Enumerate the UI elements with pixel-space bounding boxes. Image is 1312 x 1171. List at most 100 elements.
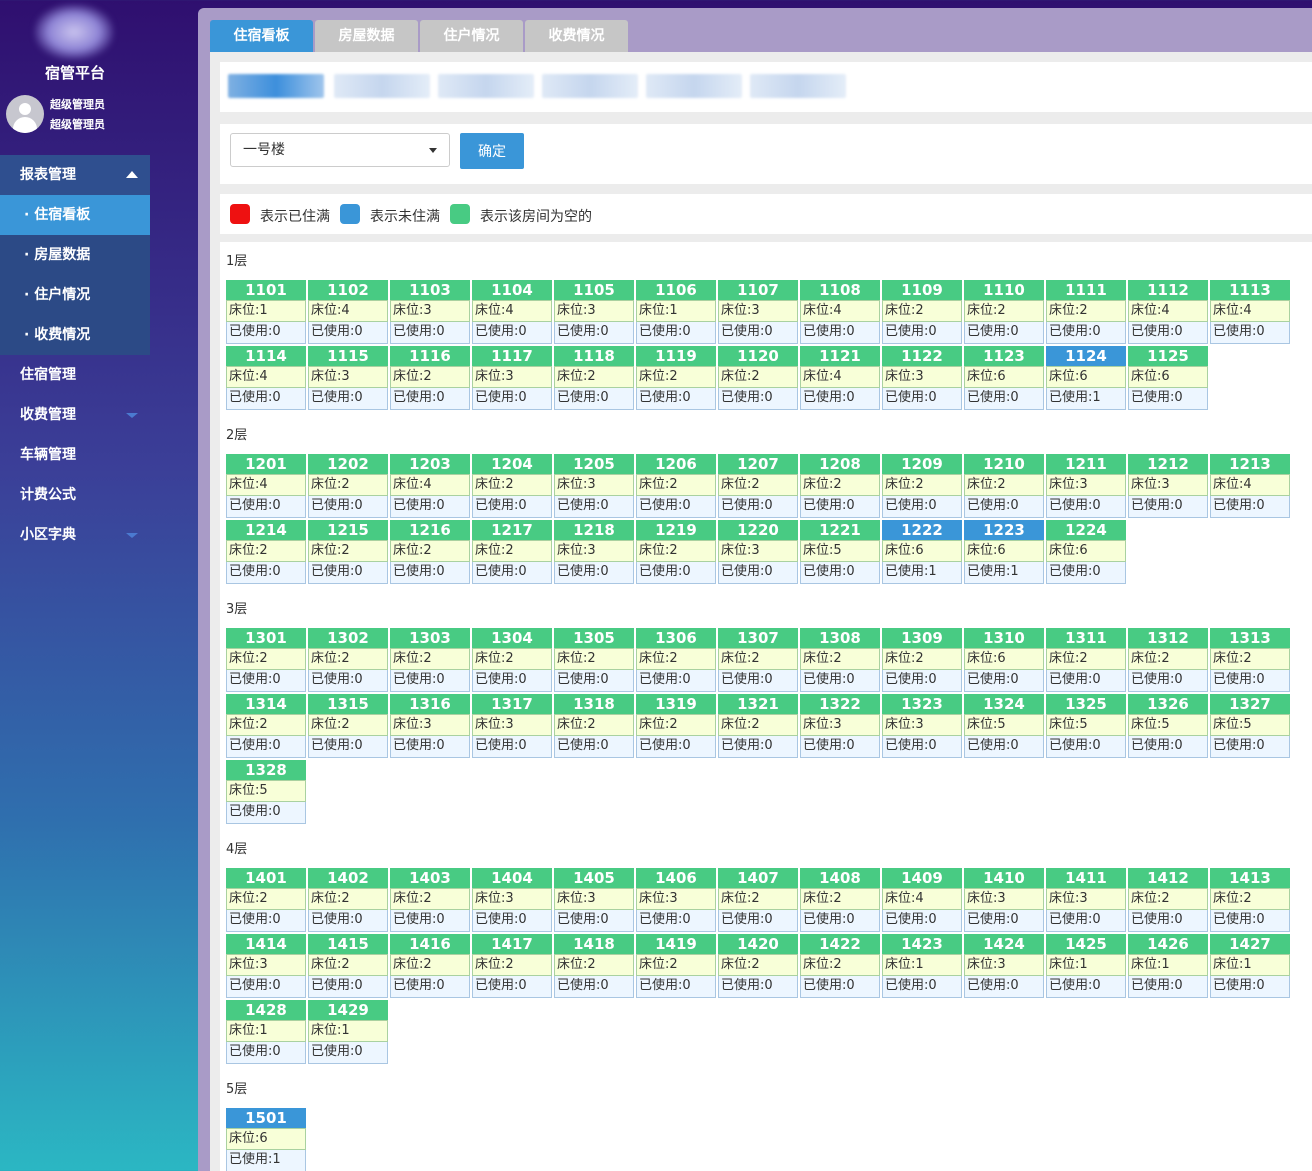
room-cell[interactable]: 1114 床位:4 已使用:0 [226, 346, 306, 410]
room-cell[interactable]: 1304 床位:2 已使用:0 [472, 628, 552, 692]
room-cell[interactable]: 1427 床位:1 已使用:0 [1210, 934, 1290, 998]
confirm-button[interactable]: 确定 [460, 133, 524, 169]
room-cell[interactable]: 1221 床位:5 已使用:0 [800, 520, 880, 584]
room-cell[interactable]: 1302 床位:2 已使用:0 [308, 628, 388, 692]
room-cell[interactable]: 1327 床位:5 已使用:0 [1210, 694, 1290, 758]
room-cell[interactable]: 1409 床位:4 已使用:0 [882, 868, 962, 932]
room-cell[interactable]: 1205 床位:3 已使用:0 [554, 454, 634, 518]
room-cell[interactable]: 1501 床位:6 已使用:1 [226, 1108, 306, 1171]
room-cell[interactable]: 1318 床位:2 已使用:0 [554, 694, 634, 758]
sidebar-subitem-fees[interactable]: · 收费情况 [0, 315, 150, 355]
room-cell[interactable]: 1105 床位:3 已使用:0 [554, 280, 634, 344]
room-cell[interactable]: 1420 床位:2 已使用:0 [718, 934, 798, 998]
room-cell[interactable]: 1316 床位:3 已使用:0 [390, 694, 470, 758]
room-cell[interactable]: 1417 床位:2 已使用:0 [472, 934, 552, 998]
room-cell[interactable]: 1426 床位:1 已使用:0 [1128, 934, 1208, 998]
room-cell[interactable]: 1402 床位:2 已使用:0 [308, 868, 388, 932]
room-cell[interactable]: 1210 床位:2 已使用:0 [964, 454, 1044, 518]
building-chip[interactable] [228, 74, 324, 98]
room-cell[interactable]: 1107 床位:3 已使用:0 [718, 280, 798, 344]
room-cell[interactable]: 1120 床位:2 已使用:0 [718, 346, 798, 410]
room-cell[interactable]: 1209 床位:2 已使用:0 [882, 454, 962, 518]
room-cell[interactable]: 1401 床位:2 已使用:0 [226, 868, 306, 932]
sidebar-item-lodging[interactable]: 住宿管理 [0, 355, 150, 395]
room-cell[interactable]: 1206 床位:2 已使用:0 [636, 454, 716, 518]
room-cell[interactable]: 1321 床位:2 已使用:0 [718, 694, 798, 758]
room-cell[interactable]: 1115 床位:3 已使用:0 [308, 346, 388, 410]
sidebar-item-fee-management[interactable]: 收费管理 [0, 395, 150, 435]
room-cell[interactable]: 1423 床位:1 已使用:0 [882, 934, 962, 998]
sidebar-subitem-board[interactable]: · 住宿看板 [0, 195, 150, 235]
room-cell[interactable]: 1211 床位:3 已使用:0 [1046, 454, 1126, 518]
room-cell[interactable]: 1317 床位:3 已使用:0 [472, 694, 552, 758]
room-cell[interactable]: 1408 床位:2 已使用:0 [800, 868, 880, 932]
room-cell[interactable]: 1109 床位:2 已使用:0 [882, 280, 962, 344]
room-cell[interactable]: 1301 床位:2 已使用:0 [226, 628, 306, 692]
tab-house-data[interactable]: 房屋数据 [315, 20, 418, 52]
room-cell[interactable]: 1101 床位:1 已使用:0 [226, 280, 306, 344]
room-cell[interactable]: 1313 床位:2 已使用:0 [1210, 628, 1290, 692]
room-cell[interactable]: 1117 床位:3 已使用:0 [472, 346, 552, 410]
room-cell[interactable]: 1422 床位:2 已使用:0 [800, 934, 880, 998]
room-cell[interactable]: 1220 床位:3 已使用:0 [718, 520, 798, 584]
room-cell[interactable]: 1307 床位:2 已使用:0 [718, 628, 798, 692]
room-cell[interactable]: 1219 床位:2 已使用:0 [636, 520, 716, 584]
room-cell[interactable]: 1208 床位:2 已使用:0 [800, 454, 880, 518]
room-cell[interactable]: 1312 床位:2 已使用:0 [1128, 628, 1208, 692]
room-cell[interactable]: 1407 床位:2 已使用:0 [718, 868, 798, 932]
room-cell[interactable]: 1218 床位:3 已使用:0 [554, 520, 634, 584]
room-cell[interactable]: 1111 床位:2 已使用:0 [1046, 280, 1126, 344]
sidebar-item-report[interactable]: 报表管理 [0, 155, 150, 195]
room-cell[interactable]: 1328 床位:5 已使用:0 [226, 760, 306, 824]
room-cell[interactable]: 1325 床位:5 已使用:0 [1046, 694, 1126, 758]
room-cell[interactable]: 1416 床位:2 已使用:0 [390, 934, 470, 998]
room-cell[interactable]: 1429 床位:1 已使用:0 [308, 1000, 388, 1064]
room-cell[interactable]: 1305 床位:2 已使用:0 [554, 628, 634, 692]
room-cell[interactable]: 1119 床位:2 已使用:0 [636, 346, 716, 410]
room-cell[interactable]: 1214 床位:2 已使用:0 [226, 520, 306, 584]
room-cell[interactable]: 1319 床位:2 已使用:0 [636, 694, 716, 758]
room-cell[interactable]: 1315 床位:2 已使用:0 [308, 694, 388, 758]
room-cell[interactable]: 1323 床位:3 已使用:0 [882, 694, 962, 758]
room-cell[interactable]: 1424 床位:3 已使用:0 [964, 934, 1044, 998]
room-cell[interactable]: 1217 床位:2 已使用:0 [472, 520, 552, 584]
room-cell[interactable]: 1106 床位:1 已使用:0 [636, 280, 716, 344]
room-cell[interactable]: 1203 床位:4 已使用:0 [390, 454, 470, 518]
sidebar-item-billing-formula[interactable]: 计费公式 [0, 475, 150, 515]
room-cell[interactable]: 1212 床位:3 已使用:0 [1128, 454, 1208, 518]
room-cell[interactable]: 1311 床位:2 已使用:0 [1046, 628, 1126, 692]
room-cell[interactable]: 1314 床位:2 已使用:0 [226, 694, 306, 758]
building-chip[interactable] [438, 74, 534, 98]
room-cell[interactable]: 1415 床位:2 已使用:0 [308, 934, 388, 998]
room-cell[interactable]: 1102 床位:4 已使用:0 [308, 280, 388, 344]
room-cell[interactable]: 1113 床位:4 已使用:0 [1210, 280, 1290, 344]
room-cell[interactable]: 1322 床位:3 已使用:0 [800, 694, 880, 758]
room-cell[interactable]: 1207 床位:2 已使用:0 [718, 454, 798, 518]
sidebar-item-vehicles[interactable]: 车辆管理 [0, 435, 150, 475]
room-cell[interactable]: 1223 床位:6 已使用:1 [964, 520, 1044, 584]
room-cell[interactable]: 1104 床位:4 已使用:0 [472, 280, 552, 344]
room-cell[interactable]: 1125 床位:6 已使用:0 [1128, 346, 1208, 410]
room-cell[interactable]: 1118 床位:2 已使用:0 [554, 346, 634, 410]
sidebar-subitem-house-data[interactable]: · 房屋数据 [0, 235, 150, 275]
room-cell[interactable]: 1216 床位:2 已使用:0 [390, 520, 470, 584]
room-cell[interactable]: 1308 床位:2 已使用:0 [800, 628, 880, 692]
room-cell[interactable]: 1309 床位:2 已使用:0 [882, 628, 962, 692]
room-cell[interactable]: 1405 床位:3 已使用:0 [554, 868, 634, 932]
room-cell[interactable]: 1112 床位:4 已使用:0 [1128, 280, 1208, 344]
room-cell[interactable]: 1123 床位:6 已使用:0 [964, 346, 1044, 410]
tab-board[interactable]: 住宿看板 [210, 20, 313, 52]
room-cell[interactable]: 1404 床位:3 已使用:0 [472, 868, 552, 932]
room-cell[interactable]: 1215 床位:2 已使用:0 [308, 520, 388, 584]
building-chip[interactable] [646, 74, 742, 98]
room-cell[interactable]: 1303 床位:2 已使用:0 [390, 628, 470, 692]
room-cell[interactable]: 1403 床位:2 已使用:0 [390, 868, 470, 932]
room-cell[interactable]: 1412 床位:2 已使用:0 [1128, 868, 1208, 932]
room-cell[interactable]: 1116 床位:2 已使用:0 [390, 346, 470, 410]
room-cell[interactable]: 1108 床位:4 已使用:0 [800, 280, 880, 344]
building-select[interactable]: 一号楼 [230, 133, 450, 167]
room-cell[interactable]: 1419 床位:2 已使用:0 [636, 934, 716, 998]
room-cell[interactable]: 1306 床位:2 已使用:0 [636, 628, 716, 692]
room-cell[interactable]: 1103 床位:3 已使用:0 [390, 280, 470, 344]
tab-residents[interactable]: 住户情况 [420, 20, 523, 52]
